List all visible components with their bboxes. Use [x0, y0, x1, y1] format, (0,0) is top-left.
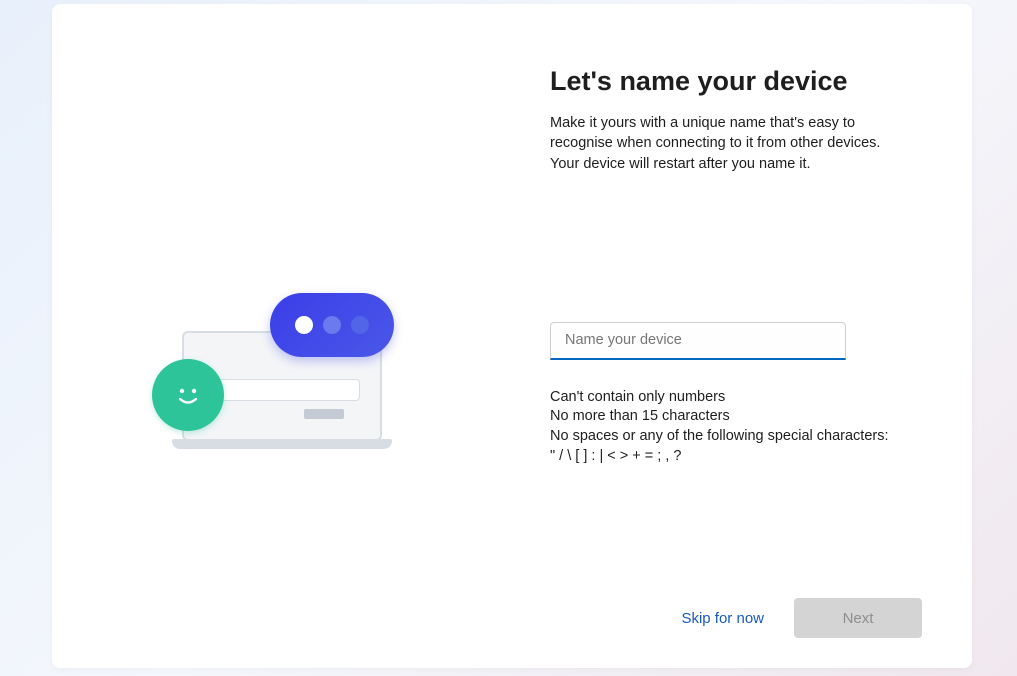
- skip-button[interactable]: Skip for now: [681, 610, 764, 627]
- page-title: Let's name your device: [550, 66, 922, 97]
- dot-icon: [295, 316, 313, 334]
- rule-special-chars: No spaces or any of the following specia…: [550, 427, 922, 447]
- next-button[interactable]: Next: [794, 598, 922, 638]
- rule-chars-list: " / \ [ ] : | < > + = ; , ?: [550, 447, 922, 467]
- form-pane: Let's name your device Make it yours wit…: [512, 4, 972, 668]
- content-area: Let's name your device Make it yours wit…: [52, 4, 972, 668]
- dot-icon: [323, 316, 341, 334]
- rule-length: No more than 15 characters: [550, 407, 922, 427]
- input-container: [550, 322, 846, 360]
- laptop-button-icon: [304, 409, 344, 419]
- footer-actions: Skip for now Next: [681, 598, 922, 638]
- page-description: Make it yours with a unique name that's …: [550, 113, 910, 174]
- device-illustration: [152, 261, 412, 461]
- typing-bubble-icon: [270, 293, 394, 357]
- laptop-form-icon: [210, 379, 360, 401]
- rule-numbers: Can't contain only numbers: [550, 388, 922, 408]
- validation-rules: Can't contain only numbers No more than …: [550, 388, 922, 466]
- laptop-base-icon: [172, 439, 392, 449]
- device-name-input[interactable]: [550, 322, 846, 360]
- dot-icon: [351, 316, 369, 334]
- setup-dialog: Let's name your device Make it yours wit…: [52, 4, 972, 668]
- illustration-pane: [52, 4, 512, 668]
- smiley-face-icon: [152, 359, 224, 431]
